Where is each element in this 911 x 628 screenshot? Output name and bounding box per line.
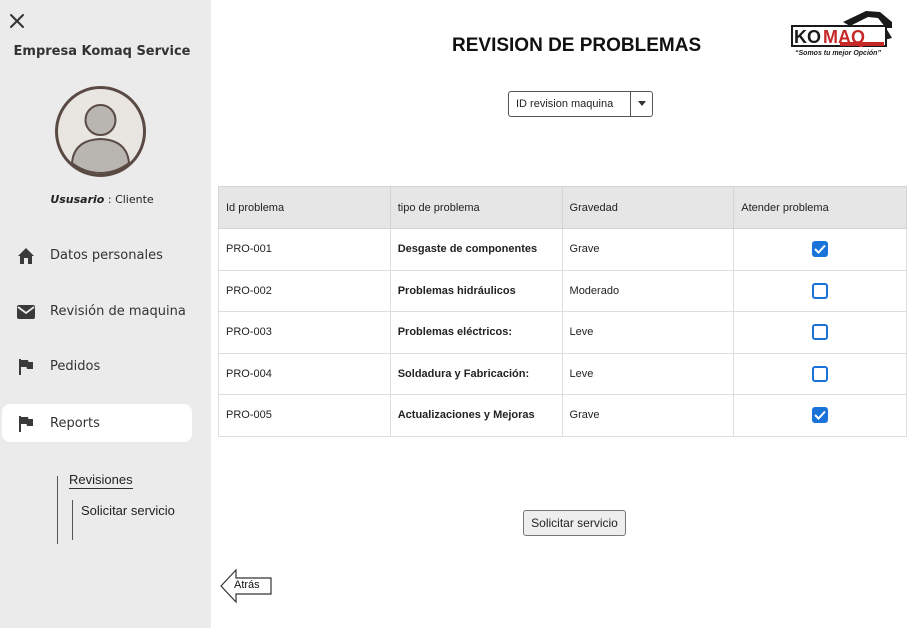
cell-type: Soldadura y Fabricación: (389, 352, 563, 395)
home-icon (16, 246, 36, 266)
komaq-logo: KO MAQ “Somos tu mejor Opción” (788, 8, 896, 63)
subnav-revisiones[interactable]: Revisiones (69, 472, 133, 489)
mail-icon (16, 302, 36, 322)
user-role: Cliente (115, 193, 154, 206)
flag-icon (16, 414, 36, 434)
svg-text:MAQ: MAQ (823, 27, 865, 47)
table-row: PRO-001 Desgaste de componentes Grave (218, 228, 907, 271)
avatar (54, 85, 147, 178)
svg-text:KO: KO (794, 27, 821, 47)
nav-pedidos[interactable]: Pedidos (2, 347, 192, 385)
nav-revision-maquina[interactable]: Revisión de maquina (2, 292, 192, 330)
cell-id: PRO-005 (218, 394, 391, 437)
cell-id: PRO-003 (218, 311, 391, 354)
cell-id: PRO-002 (218, 269, 391, 312)
cell-severity: Grave (561, 228, 735, 271)
col-id: Id problema (218, 186, 391, 229)
cell-severity: Leve (561, 352, 735, 395)
col-attend: Atender problema (733, 186, 907, 229)
nav-reports[interactable]: Reports (2, 404, 192, 442)
attend-checkbox[interactable] (812, 407, 829, 424)
dropdown-value: ID revision maquina (516, 98, 614, 110)
attend-checkbox[interactable] (812, 324, 829, 341)
nav-label: Datos personales (50, 247, 163, 263)
dropdown-toggle[interactable] (630, 92, 652, 116)
cell-id: PRO-004 (218, 352, 391, 395)
check-icon (814, 411, 826, 421)
table-row: PRO-002 Problemas hidráulicos Moderado (218, 269, 907, 312)
check-icon (814, 245, 826, 255)
page-title: REVISION DE PROBLEMAS (452, 35, 702, 56)
cell-type: Problemas eléctricos: (389, 311, 563, 354)
subnav-solicitar-servicio[interactable]: Solicitar servicio (81, 503, 175, 518)
attend-checkbox[interactable] (812, 365, 829, 382)
company-name: Empresa Komaq Service (13, 44, 191, 59)
table-row: PRO-004 Soldadura y Fabricación: Leve (218, 352, 907, 395)
chevron-down-icon (638, 101, 646, 106)
table-header-row: Id problema tipo de problema Gravedad At… (218, 186, 907, 229)
solicitar-servicio-button[interactable]: Solicitar servicio (523, 510, 626, 536)
table-row: PRO-003 Problemas eléctricos: Leve (218, 311, 907, 354)
table-row: PRO-005 Actualizaciones y Mejoras Grave (218, 394, 907, 437)
logo-slogan: “Somos tu mejor Opción” (795, 50, 881, 57)
back-label: Atrás (234, 579, 260, 591)
user-key: Ususario (50, 193, 105, 206)
attend-checkbox[interactable] (812, 282, 829, 299)
sidebar: Empresa Komaq Service Ususario : Cliente… (0, 0, 211, 628)
attend-checkbox[interactable] (812, 241, 829, 258)
problems-table: Id problema tipo de problema Gravedad At… (218, 186, 907, 437)
cell-id: PRO-001 (218, 228, 391, 271)
cell-severity: Grave (561, 394, 735, 437)
cell-severity: Moderado (561, 269, 735, 312)
user-separator: : (104, 193, 116, 206)
close-icon[interactable] (8, 12, 26, 30)
nav-datos-personales[interactable]: Datos personales (2, 236, 192, 274)
flag-icon (16, 357, 36, 377)
user-info: Ususario : Cliente (0, 193, 204, 206)
revision-id-dropdown[interactable]: ID revision maquina (508, 91, 653, 117)
nav-label: Reports (50, 415, 100, 431)
cell-type: Problemas hidráulicos (389, 269, 563, 312)
cell-severity: Leve (561, 311, 735, 354)
cell-type: Actualizaciones y Mejoras (389, 394, 563, 437)
subnav-divider (57, 476, 58, 544)
nav-label: Pedidos (50, 358, 101, 374)
subnav-divider (72, 500, 73, 540)
nav-label: Revisión de maquina (50, 303, 186, 319)
cell-type: Desgaste de componentes (389, 228, 563, 271)
col-severity: Gravedad (561, 186, 735, 229)
col-type: tipo de problema (389, 186, 563, 229)
